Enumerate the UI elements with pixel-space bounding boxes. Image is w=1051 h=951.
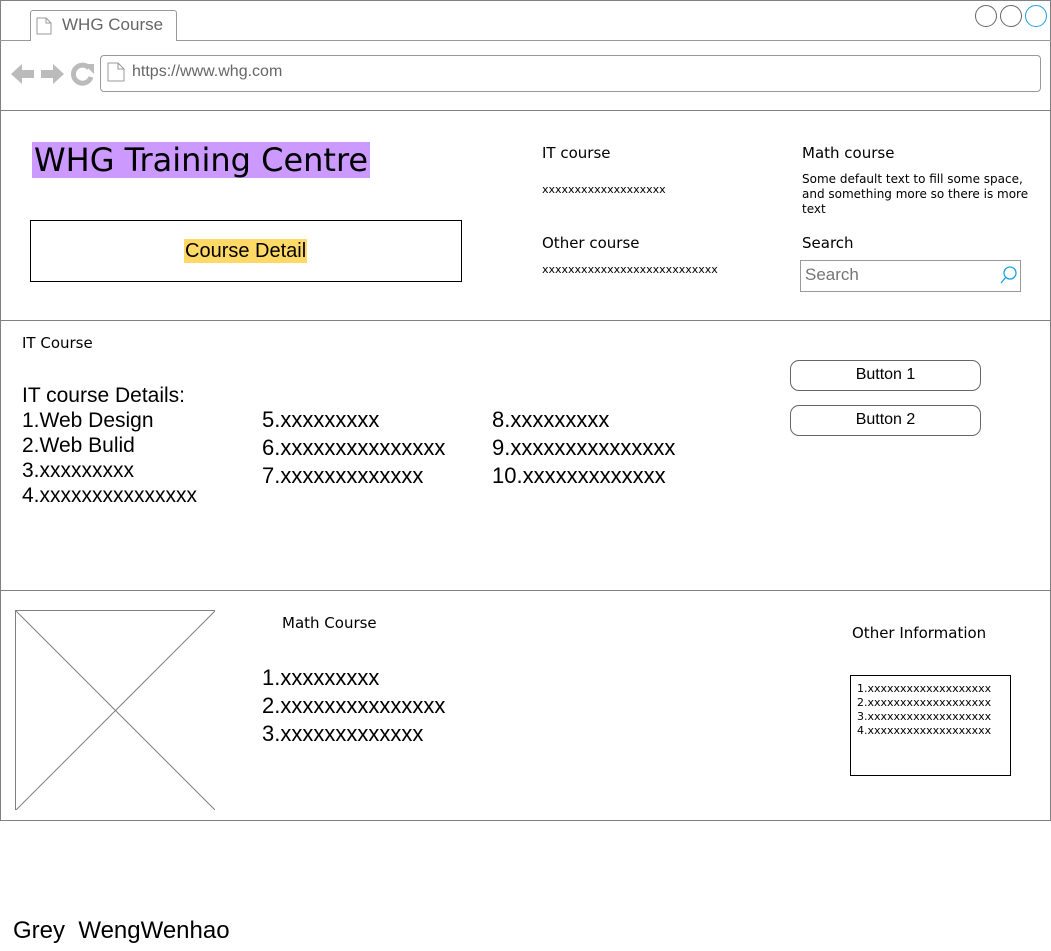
list-item: 1.Web Design	[22, 409, 154, 432]
it-course-value: xxxxxxxxxxxxxxxxxxx	[542, 183, 666, 196]
math-course-link[interactable]: Math course	[802, 144, 894, 162]
details-title: IT course Details:	[22, 384, 186, 407]
it-course-heading: IT Course	[22, 334, 93, 352]
list-item: 4.xxxxxxxxxxxxxxx	[22, 484, 198, 507]
search-icon[interactable]	[999, 265, 1017, 285]
list-item: 8.xxxxxxxxx	[492, 407, 610, 432]
it-course-details-list: IT course Details: 1.Web Design 2.Web Bu…	[22, 383, 197, 508]
url-text[interactable]: https://www.whg.com	[132, 63, 282, 81]
list-item: 2.Web Bulid	[22, 434, 135, 457]
other-information-list: 1.xxxxxxxxxxxxxxxxxxx 2.xxxxxxxxxxxxxxxx…	[857, 682, 991, 738]
list-item: 1.xxxxxxxxx	[262, 665, 380, 690]
section-divider	[0, 590, 1051, 591]
list-item: 6.xxxxxxxxxxxxxxx	[262, 435, 446, 460]
back-arrow-icon[interactable]	[10, 62, 35, 86]
list-item: 10.xxxxxxxxxxxxx	[492, 463, 666, 488]
list-item: 3.xxxxxxxxxxxxx	[262, 721, 424, 746]
math-course-list: 1.xxxxxxxxx 2.xxxxxxxxxxxxxxx 3.xxxxxxxx…	[262, 664, 445, 748]
section-divider	[0, 320, 1051, 321]
button-1[interactable]: Button 1	[790, 360, 981, 391]
other-course-value: xxxxxxxxxxxxxxxxxxxxxxxxxxx	[542, 263, 718, 276]
list-item: 4.xxxxxxxxxxxxxxxxxxx	[857, 724, 992, 737]
other-course-link[interactable]: Other course	[542, 234, 640, 252]
window-control-maximize[interactable]	[1000, 5, 1022, 27]
chrome-divider	[0, 110, 1051, 111]
list-item: 7.xxxxxxxxxxxxx	[262, 463, 424, 488]
tab-gap	[31, 39, 175, 42]
other-information-heading: Other Information	[852, 624, 987, 642]
search-input[interactable]	[805, 263, 995, 287]
image-placeholder	[15, 610, 215, 810]
math-course-description: Some default text to fill some space, an…	[802, 172, 1029, 216]
page-icon	[36, 17, 52, 35]
it-course-list-col3: 8.xxxxxxxxx 9.xxxxxxxxxxxxxxx 10.xxxxxxx…	[492, 406, 675, 490]
it-course-list-col2: 5.xxxxxxxxx 6.xxxxxxxxxxxxxxx 7.xxxxxxxx…	[262, 406, 445, 490]
list-item: 5.xxxxxxxxx	[262, 407, 380, 432]
window-control-close[interactable]	[1025, 5, 1047, 27]
site-title: WHG Training Centre	[32, 141, 371, 179]
forward-arrow-icon[interactable]	[40, 62, 65, 86]
list-item: 3.xxxxxxxxxxxxxxxxxxx	[857, 710, 992, 723]
math-course-heading: Math Course	[282, 614, 377, 632]
window-control-minimize[interactable]	[975, 5, 997, 27]
button-2[interactable]: Button 2	[790, 405, 981, 436]
tab-title: WHG Course	[62, 15, 164, 34]
page-icon	[107, 62, 125, 82]
refresh-icon[interactable]	[70, 61, 96, 87]
list-item: 2.xxxxxxxxxxxxxxxxxxx	[857, 696, 992, 709]
list-item: 1.xxxxxxxxxxxxxxxxxxx	[857, 682, 992, 695]
list-item: 2.xxxxxxxxxxxxxxx	[262, 693, 446, 718]
list-item: 9.xxxxxxxxxxxxxxx	[492, 435, 676, 460]
course-detail-label[interactable]: Course Detail	[184, 239, 308, 263]
it-course-link[interactable]: IT course	[542, 144, 611, 162]
search-label: Search	[802, 234, 854, 252]
author-name: Grey WengWenhao	[13, 917, 230, 944]
list-item: 3.xxxxxxxxx	[22, 459, 135, 482]
